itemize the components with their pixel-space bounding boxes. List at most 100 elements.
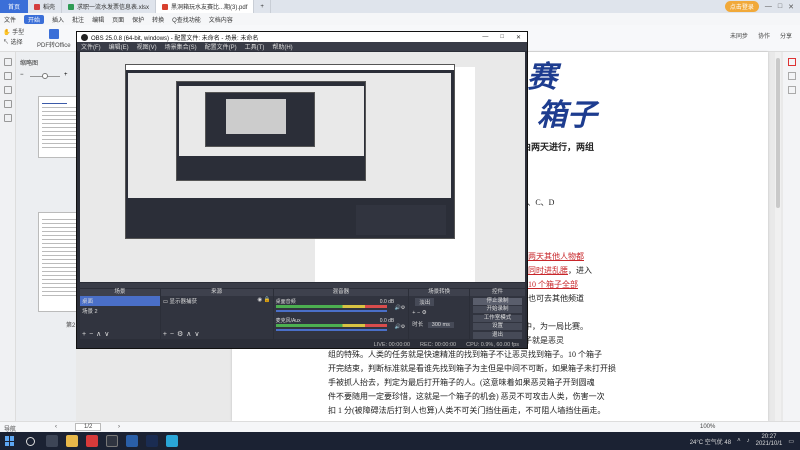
visibility-icon[interactable]: ◉ 🔒 [257,297,270,303]
weather-widget[interactable]: 24°C 空气优 48 [690,437,731,446]
obs-menu-view[interactable]: 视图(V) [137,42,157,51]
stop-recording-button[interactable]: 停止录制 [473,297,522,305]
duration-input[interactable]: 300 ms [427,322,454,328]
scenes-dock: 场景 桌面 场景 2 +−∧∨ [80,289,160,339]
steam-icon[interactable] [146,435,158,447]
controls-dock-title: 控件 [470,289,525,296]
obs-maximize-icon[interactable]: □ [500,34,504,41]
menu-file[interactable]: 文件 [4,15,16,24]
search-icon[interactable] [26,437,35,446]
obs-menu-edit[interactable]: 编辑(E) [109,42,129,51]
obs-title-bar: OBS 25.0.8 (64-bit, windows) - 配置文件: 未命名… [77,32,527,42]
bookmark-add-icon[interactable] [787,58,796,66]
obs-preview-canvas[interactable] [80,52,525,282]
page-scrollbar[interactable] [775,52,781,421]
zoom-out-icon[interactable]: − [20,72,24,78]
menu-annotate[interactable]: 批注 [72,15,84,24]
file-explorer-icon[interactable] [66,435,78,447]
sources-dock: 来源 ▭ 显示器捕获 ◉ 🔒 +−⚙∧∨ [160,289,273,339]
new-tab-button[interactable]: + [254,0,271,13]
minimize-icon[interactable]: — [765,3,772,10]
app-icon-1[interactable] [126,435,138,447]
page-number-input[interactable]: 1/2 [75,423,102,431]
speaker-gear-icon[interactable]: 🔊⚙ [395,305,406,311]
zoom-in-icon[interactable]: + [64,72,68,78]
tab-daoke[interactable]: 稻壳 [28,0,63,13]
settings-button[interactable]: 设置 [473,323,522,330]
page-next-icon[interactable]: › [118,424,120,430]
select-tool-button[interactable]: ↖ 选择 [3,38,24,48]
scene-item[interactable]: 桌面 [80,296,160,306]
obs-minimize-icon[interactable]: — [482,34,488,41]
collab-button[interactable]: 协作 [758,31,770,40]
obs-menu-file[interactable]: 文件(F) [81,42,101,51]
page-line-12: 扣 1 分(被障碍法后打到人也算)人类不可关门挡住画走，不可阻人墙挡住画走。 [328,406,606,415]
volume-icon[interactable]: ♪ [747,438,750,444]
app-icon-2[interactable] [166,435,178,447]
scenes-dock-actions[interactable]: +−∧∨ [82,330,112,338]
zoom-level[interactable]: 100% [700,424,715,430]
page-line-4: 也可去其他频道 [528,294,584,303]
sources-dock-actions[interactable]: +−⚙∧∨ [163,330,203,338]
volume-slider[interactable] [275,329,387,331]
studio-mode-button[interactable]: 工作室模式 [473,314,522,322]
menu-start[interactable]: 开始 [24,14,45,24]
layers-icon[interactable] [787,86,796,94]
obs-close-icon[interactable]: ✕ [516,34,521,41]
task-view-icon[interactable] [46,435,58,447]
obs-status-bar: LIVE: 00:00:00 REC: 00:00:00 CPU: 0.9%, … [80,341,525,348]
sync-button[interactable]: 未同步 [730,31,748,40]
search-panel-icon[interactable] [3,114,12,122]
share-button[interactable]: 分享 [780,31,792,40]
menu-insert[interactable]: 插入 [52,15,64,24]
wps-office-icon[interactable] [86,435,98,447]
obs-menu-help[interactable]: 帮助(H) [272,42,292,51]
annotation-icon[interactable] [3,86,12,94]
transition-add-remove[interactable]: + − ⚙ [409,308,469,318]
mixer-channel-desktop: 桌面音频 0.0 dB 🔊⚙ [275,298,407,315]
properties-icon[interactable] [787,72,796,80]
notification-icon[interactable]: ▭ [788,438,794,445]
thumbnail-zoom-slider[interactable]: − + [20,72,72,80]
volume-slider[interactable] [275,310,387,312]
transitions-dock: 场景转换 淡出 + − ⚙ 时长 300 ms [409,289,470,339]
maximize-icon[interactable]: □ [778,3,782,10]
bookmark-icon[interactable] [3,72,12,80]
tab-home[interactable]: 首页 [0,0,29,13]
obs-icon[interactable] [106,435,118,447]
menu-edit[interactable]: 编辑 [92,15,104,24]
start-recording-button[interactable]: 开始录制 [473,306,522,313]
tab-xlsx[interactable]: 求职一流水发票信息表.xlsx [62,0,157,13]
obs-menu-scene-collection[interactable]: 场景集合(S) [165,42,197,51]
preview-obs-level-1 [125,64,455,239]
scene-item[interactable]: 场景 2 [80,306,160,316]
thumbnail-icon[interactable] [3,58,12,66]
login-button[interactable]: 点击登录 [724,1,759,12]
tab-pdf[interactable]: 黑洞箱玩水友赛比...期(3).pdf [156,0,255,13]
menu-search[interactable]: Q查找功能 [172,15,201,24]
obs-menu-tools[interactable]: 工具(T) [245,42,265,51]
windows-start-icon[interactable] [5,436,15,446]
obs-logo-icon [81,33,88,41]
page-prev-icon[interactable]: ‹ [55,424,57,430]
clock[interactable]: 20:27 2021/10/1 [756,434,783,448]
menu-convert[interactable]: 转换 [152,15,164,24]
speaker-gear-icon[interactable]: 🔊⚙ [395,324,406,330]
pdf-to-office-button[interactable]: PDF转Office [37,29,71,49]
monitor-icon: ▭ [162,299,170,305]
hand-tool-button[interactable]: ✋ 手型 [3,28,24,38]
menu-doc-content[interactable]: 文档内容 [209,15,233,24]
exit-button[interactable]: 退出 [473,331,522,339]
scrollbar-thumb[interactable] [776,58,780,208]
close-icon[interactable]: ✕ [788,3,794,11]
transition-type[interactable]: 淡出 [409,296,469,308]
tray-up-icon[interactable]: ˄ [737,438,741,444]
attachment-icon[interactable] [3,100,12,108]
menu-protect[interactable]: 保护 [132,15,144,24]
menu-page[interactable]: 页面 [112,15,124,24]
obs-menu-profile[interactable]: 配置文件(P) [205,42,237,51]
wps-status-bar: 导航 ‹ 1/2 › 100% [0,421,800,433]
zoom-knob[interactable] [42,73,48,79]
tab-xlsx-label: 求职一流水发票信息表.xlsx [77,5,150,11]
source-item[interactable]: ▭ 显示器捕获 ◉ 🔒 [161,296,273,306]
